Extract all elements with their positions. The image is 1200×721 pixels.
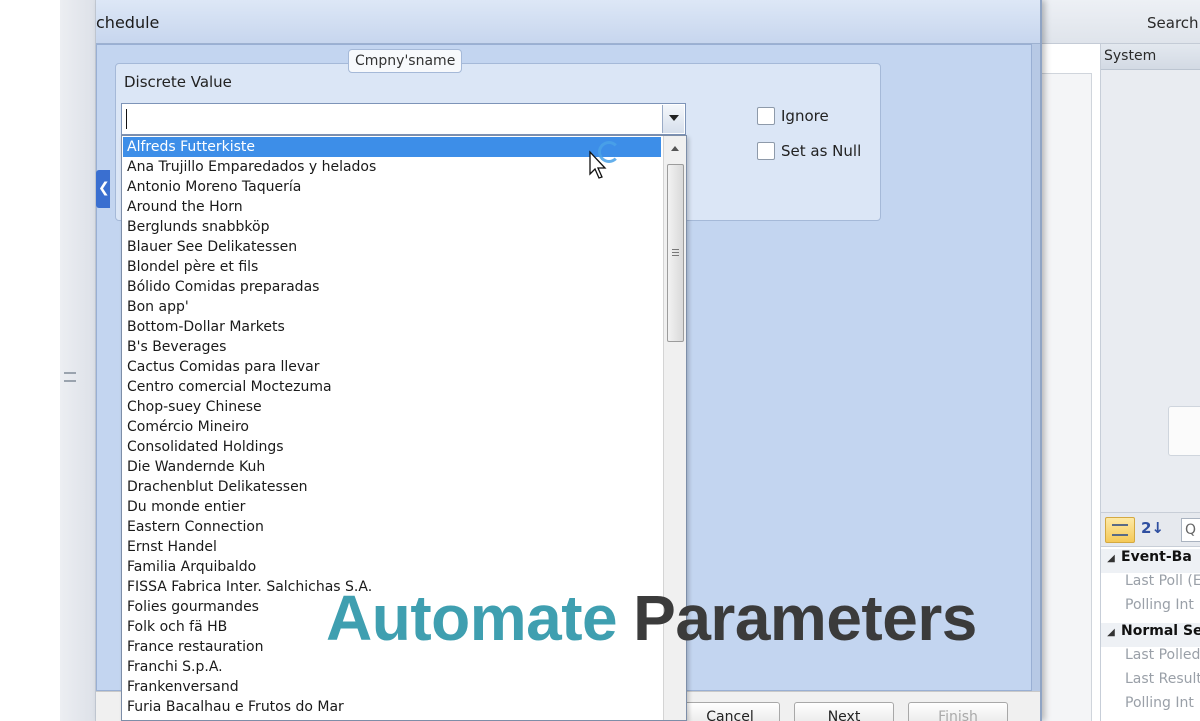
list-item[interactable]: Frankenversand [123,677,661,697]
finish-button[interactable]: Finish [908,702,1008,721]
property-item[interactable]: Polling Int [1101,695,1200,719]
list-item[interactable]: Furia Bacalhau e Frutos do Mar [123,697,661,717]
system-panel-title: System [1104,48,1157,64]
list-item[interactable]: Around the Horn [123,197,661,217]
text-caret [126,109,127,129]
parameter-name: Cmpny'sname [348,49,463,73]
overlay-title-word-2: Parameters [633,582,977,654]
list-item[interactable]: Die Wandernde Kuh [123,457,661,477]
sort-az-icon[interactable]: 2↓ [1141,519,1164,537]
list-item[interactable]: Franchi S.p.A. [123,657,661,677]
wizard-title-bar[interactable]: chedule [96,0,1040,44]
list-item[interactable]: Eastern Connection [123,517,661,537]
list-item[interactable]: Ernst Handel [123,537,661,557]
next-button[interactable]: Next [794,702,894,721]
set-as-null-checkbox[interactable] [757,142,775,160]
system-panel-button[interactable] [1168,406,1200,456]
list-item[interactable]: Bottom-Dollar Markets [123,317,661,337]
collapse-arrow-icon[interactable]: ◢ [1101,553,1121,564]
property-item[interactable]: Last Polled [1101,647,1200,671]
overlay-title-word-1: Automate [326,582,618,654]
property-search-placeholder: Q [1185,522,1197,538]
wizard-title: chedule [96,13,160,32]
dropdown-arrow-icon[interactable] [662,105,684,133]
list-item[interactable]: Berglunds snabbköp [123,217,661,237]
property-item[interactable]: Polling Int [1101,597,1200,621]
system-panel-header: System [1101,44,1200,70]
ignore-label[interactable]: Ignore [781,107,829,125]
property-grid: ◢ Event-Ba Last Poll (E Polling Int ◢ Norm… [1101,546,1200,721]
property-search-input[interactable]: Q [1181,518,1200,542]
property-category[interactable]: ◢ Normal Se [1101,623,1200,647]
collapse-arrow-icon[interactable]: ◢ [1101,627,1121,638]
property-item[interactable]: Last Poll (E [1101,573,1200,597]
scroll-grip-icon [672,249,679,256]
wizard-scrollbar[interactable] [1032,44,1040,691]
list-item[interactable]: Blauer See Delikatessen [123,237,661,257]
set-as-null-label[interactable]: Set as Null [781,142,861,160]
property-item[interactable]: Last Result [1101,671,1200,695]
list-item[interactable]: Cactus Comidas para llevar [123,357,661,377]
list-item[interactable]: Blondel père et fils [123,257,661,277]
list-item[interactable]: Du monde entier [123,497,661,517]
property-category[interactable]: ◢ Event-Ba [1101,549,1200,573]
splitter-grip-icon[interactable] [64,372,76,382]
list-item[interactable]: Alfreds Futterkiste [123,137,661,157]
list-item[interactable]: Comércio Mineiro [123,417,661,437]
list-item[interactable]: Bon app' [123,297,661,317]
list-item[interactable]: Bólido Comidas preparadas [123,277,661,297]
categorized-view-icon[interactable] [1105,517,1135,543]
list-item[interactable]: Consolidated Holdings [123,437,661,457]
search-label[interactable]: Search [1147,14,1199,32]
scroll-up-icon[interactable] [671,146,679,151]
list-item[interactable]: Antonio Moreno Taquería [123,177,661,197]
cancel-button[interactable]: Cancel [680,702,780,721]
property-toolbar: 2↓ Q [1101,512,1200,546]
mouse-cursor-icon [589,150,607,179]
background-column-header [1040,44,1092,74]
scrollbar-thumb[interactable] [667,164,684,342]
list-item[interactable]: Chop-suey Chinese [123,397,661,417]
ignore-checkbox[interactable] [757,107,775,125]
list-item[interactable]: Ana Trujillo Emparedados y helados [123,157,661,177]
left-dock-strip [60,0,96,721]
list-item[interactable]: Centro comercial Moctezuma [123,377,661,397]
video-overlay-title: Automate Parameters [326,580,977,656]
background-column [1040,44,1092,721]
discrete-value-label: Discrete Value [124,73,232,91]
list-item[interactable]: B's Beverages [123,337,661,357]
left-tab-arrow-icon[interactable]: ❮ [96,170,110,208]
list-item[interactable]: Familia Arquibaldo [123,557,661,577]
discrete-value-combobox[interactable] [121,103,686,135]
system-panel: System 2↓ Q ◢ Event-Ba Last Poll (E Polli… [1100,44,1200,721]
list-item[interactable]: Drachenblut Delikatessen [123,477,661,497]
